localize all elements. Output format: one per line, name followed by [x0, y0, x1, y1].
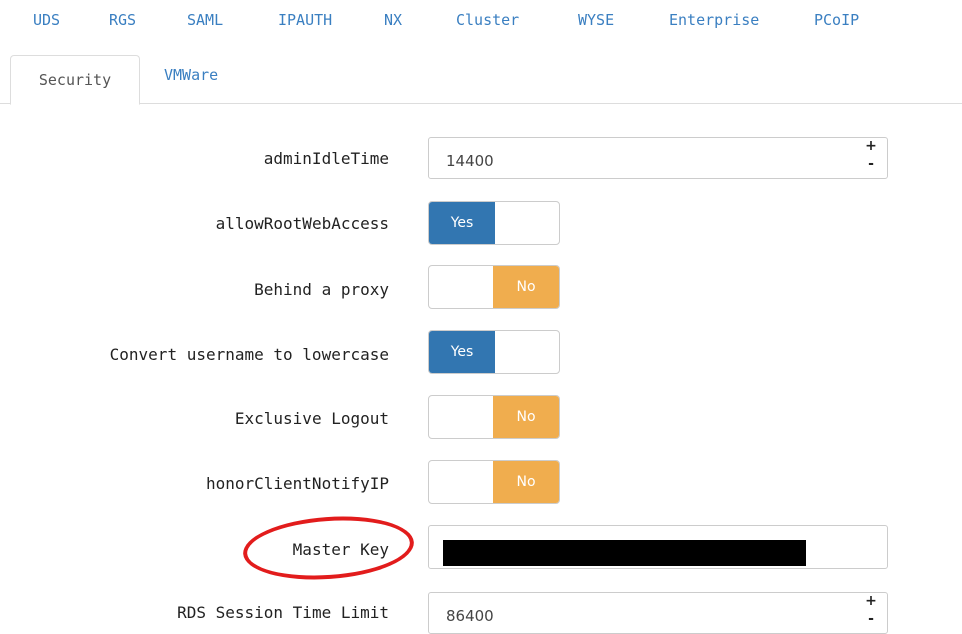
tab-ipauth[interactable]: IPAUTH: [278, 11, 332, 29]
rds-session-time-limit-stepper: + -: [856, 592, 886, 634]
rds-session-time-limit-value: 86400: [446, 607, 494, 625]
toggle-state-yes: Yes: [429, 331, 495, 373]
tab-saml[interactable]: SAML: [187, 11, 223, 29]
honor-client-notify-ip-toggle[interactable]: No: [428, 460, 560, 504]
tab-enterprise[interactable]: Enterprise: [669, 11, 759, 29]
tab-uds[interactable]: UDS: [33, 11, 60, 29]
convert-username-toggle[interactable]: Yes: [428, 330, 560, 374]
redaction-bar: [443, 540, 806, 566]
allow-root-web-access-label: allowRootWebAccess: [215, 214, 389, 233]
toggle-state-no: No: [493, 461, 559, 503]
tab-bar-primary: UDS RGS SAML IPAUTH NX Cluster WYSE Ente…: [0, 0, 962, 44]
toggle-state-yes: Yes: [429, 202, 495, 244]
decrement-button[interactable]: -: [856, 155, 886, 173]
allow-root-web-access-toggle[interactable]: Yes: [428, 201, 560, 245]
admin-idle-time-input[interactable]: 14400: [428, 137, 888, 179]
tab-cluster[interactable]: Cluster: [456, 11, 519, 29]
tab-nx[interactable]: NX: [384, 11, 402, 29]
exclusive-logout-toggle[interactable]: No: [428, 395, 560, 439]
tab-pcoip[interactable]: PCoIP: [814, 11, 859, 29]
master-key-label: Master Key: [292, 540, 389, 559]
tab-wyse[interactable]: WYSE: [578, 11, 614, 29]
tab-vmware[interactable]: VMWare: [164, 66, 218, 84]
rds-session-time-limit-input[interactable]: 86400: [428, 592, 888, 634]
tab-security[interactable]: Security: [10, 55, 140, 105]
admin-idle-time-stepper: + -: [856, 137, 886, 179]
toggle-state-no: No: [493, 396, 559, 438]
exclusive-logout-label: Exclusive Logout: [234, 409, 389, 428]
toggle-state-no: No: [493, 266, 559, 308]
decrement-button[interactable]: -: [856, 610, 886, 628]
behind-a-proxy-label: Behind a proxy: [254, 280, 389, 299]
behind-a-proxy-toggle[interactable]: No: [428, 265, 560, 309]
tab-rgs[interactable]: RGS: [109, 11, 136, 29]
increment-button[interactable]: +: [856, 137, 886, 155]
increment-button[interactable]: +: [856, 592, 886, 610]
rds-session-time-limit-label: RDS Session Time Limit: [177, 603, 389, 622]
admin-idle-time-value: 14400: [446, 152, 494, 170]
admin-idle-time-label: adminIdleTime: [263, 149, 389, 168]
honor-client-notify-ip-label: honorClientNotifyIP: [205, 474, 389, 493]
convert-username-label: Convert username to lowercase: [109, 345, 389, 364]
tab-bar-secondary: Security VMWare: [0, 44, 962, 105]
